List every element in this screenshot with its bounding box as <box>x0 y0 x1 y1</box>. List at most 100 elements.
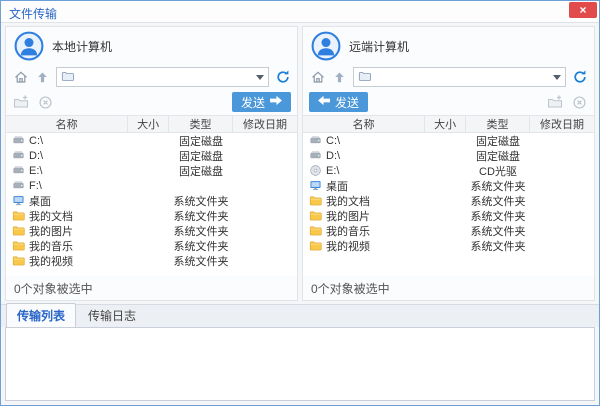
window-title: 文件传输 <box>1 1 57 22</box>
file-name-cell: 我的音乐 <box>303 223 425 239</box>
cancel-circle-icon[interactable] <box>37 94 54 111</box>
drive-icon <box>12 149 25 162</box>
tab-transfer-list[interactable]: 传输列表 <box>6 303 76 327</box>
panels-container: 本地计算机 <box>1 23 599 301</box>
dropdown-caret-icon[interactable] <box>256 75 264 80</box>
folder-icon <box>12 209 25 222</box>
folder-icon <box>309 224 322 237</box>
file-name-cell: D:\ <box>6 149 128 162</box>
file-row[interactable]: 我的音乐 系统文件夹 <box>6 238 297 253</box>
file-name-cell: 我的视频 <box>6 253 128 269</box>
local-panel: 本地计算机 <box>5 26 298 301</box>
file-type-cell: 固定磁盘 <box>169 148 233 164</box>
column-header-date[interactable]: 修改日期 <box>233 116 297 132</box>
file-name-cell: 我的图片 <box>303 208 425 224</box>
folder-small-icon <box>61 69 75 86</box>
column-header-size[interactable]: 大小 <box>425 116 466 132</box>
file-name-cell: F:\ <box>6 179 128 192</box>
dropdown-caret-icon[interactable] <box>553 75 561 80</box>
file-row[interactable]: 我的图片 系统文件夹 <box>303 208 594 223</box>
send-to-local-button[interactable]: 发送 <box>309 92 368 112</box>
file-row[interactable]: 桌面系统文件夹 <box>6 193 297 208</box>
file-row[interactable]: 我的文档系统文件夹 <box>303 193 594 208</box>
file-name-cell: 我的音乐 <box>6 238 128 254</box>
local-table-header: 名称 大小 类型 修改日期 <box>6 116 297 133</box>
file-row[interactable]: 我的音乐系统文件夹 <box>303 223 594 238</box>
file-row[interactable]: 我的图片系统文件夹 <box>6 223 297 238</box>
remote-file-table: 名称 大小 类型 修改日期 C:\固定磁盘D:\固定磁盘E:\CD光驱桌面系统文… <box>303 115 594 276</box>
file-name-text: 我的视频 <box>326 238 370 254</box>
refresh-icon[interactable] <box>571 69 588 86</box>
file-row[interactable]: 我的视频系统文件夹 <box>6 253 297 268</box>
new-folder-icon[interactable] <box>12 94 29 111</box>
cancel-circle-icon[interactable] <box>571 94 588 111</box>
file-row[interactable]: F:\ <box>6 178 297 193</box>
file-type-cell: CD光驱 <box>466 163 530 179</box>
file-name-text: 我的图片 <box>29 223 73 239</box>
drive-icon <box>12 179 25 192</box>
refresh-icon[interactable] <box>274 69 291 86</box>
home-icon[interactable] <box>309 69 326 86</box>
file-row[interactable]: D:\ 固定磁盘 <box>303 148 594 163</box>
file-row[interactable]: E:\ CD光驱 <box>303 163 594 178</box>
file-type-cell: 固定磁盘 <box>466 148 530 164</box>
file-type-cell: 系统文件夹 <box>169 238 233 254</box>
remote-selection-status: 0个对象被选中 <box>303 276 594 300</box>
column-header-type[interactable]: 类型 <box>466 116 530 132</box>
folder-icon <box>309 194 322 207</box>
column-header-date[interactable]: 修改日期 <box>530 116 594 132</box>
remote-actionbar: 发送 <box>303 89 594 115</box>
up-directory-icon[interactable] <box>331 69 348 86</box>
column-header-name[interactable]: 名称 <box>6 116 128 132</box>
file-row[interactable]: C:\固定磁盘 <box>303 133 594 148</box>
cd-icon <box>309 164 322 177</box>
desktop-icon <box>12 194 25 207</box>
file-name-cell: E:\ <box>6 164 128 177</box>
file-type-cell: 系统文件夹 <box>466 178 530 194</box>
file-type-cell: 固定磁盘 <box>169 133 233 149</box>
transfer-list-area[interactable] <box>5 327 595 401</box>
file-name-cell: D:\ <box>303 149 425 162</box>
local-path-combobox[interactable] <box>56 67 269 87</box>
file-row[interactable]: C:\ 固定磁盘 <box>6 133 297 148</box>
file-name-cell: 我的图片 <box>6 223 128 239</box>
file-name-text: 我的文档 <box>326 193 370 209</box>
column-header-size[interactable]: 大小 <box>128 116 169 132</box>
file-name-cell: E:\ <box>303 164 425 177</box>
file-name-cell: 我的文档 <box>6 208 128 224</box>
file-name-cell: 桌面 <box>303 178 425 194</box>
local-panel-title: 本地计算机 <box>52 38 112 55</box>
remote-path-combobox[interactable] <box>353 67 566 87</box>
file-type-cell: 系统文件夹 <box>466 238 530 254</box>
remote-panel-title: 远端计算机 <box>349 38 409 55</box>
close-button[interactable]: × <box>569 2 597 18</box>
send-to-remote-button[interactable]: 发送 <box>232 92 291 112</box>
drive-icon <box>12 134 25 147</box>
column-header-type[interactable]: 类型 <box>169 116 233 132</box>
file-name-cell: 桌面 <box>6 193 128 209</box>
folder-icon <box>12 254 25 267</box>
tab-transfer-log[interactable]: 传输日志 <box>78 304 146 327</box>
file-row[interactable]: E:\ 固定磁盘 <box>6 163 297 178</box>
file-name-text: 我的视频 <box>29 253 73 269</box>
home-icon[interactable] <box>12 69 29 86</box>
file-type-cell: 系统文件夹 <box>169 208 233 224</box>
desktop-icon <box>309 179 322 192</box>
new-folder-icon[interactable] <box>546 94 563 111</box>
file-row[interactable]: 我的视频 系统文件夹 <box>303 238 594 253</box>
file-row[interactable]: 我的文档 系统文件夹 <box>6 208 297 223</box>
file-name-text: 桌面 <box>326 178 348 194</box>
file-row[interactable]: D:\ 固定磁盘 <box>6 148 297 163</box>
file-type-cell: 系统文件夹 <box>466 208 530 224</box>
column-header-name[interactable]: 名称 <box>303 116 425 132</box>
file-transfer-window: 文件传输 × 本地计算机 <box>0 0 600 406</box>
up-directory-icon[interactable] <box>34 69 51 86</box>
drive-icon <box>309 149 322 162</box>
remote-panel-header: 远端计算机 <box>303 27 594 65</box>
file-type-cell: 固定磁盘 <box>169 163 233 179</box>
folder-icon <box>309 239 322 252</box>
file-name-text: E:\ <box>326 165 339 177</box>
file-name-cell: C:\ <box>303 134 425 147</box>
file-row[interactable]: 桌面 系统文件夹 <box>303 178 594 193</box>
file-name-cell: C:\ <box>6 134 128 147</box>
